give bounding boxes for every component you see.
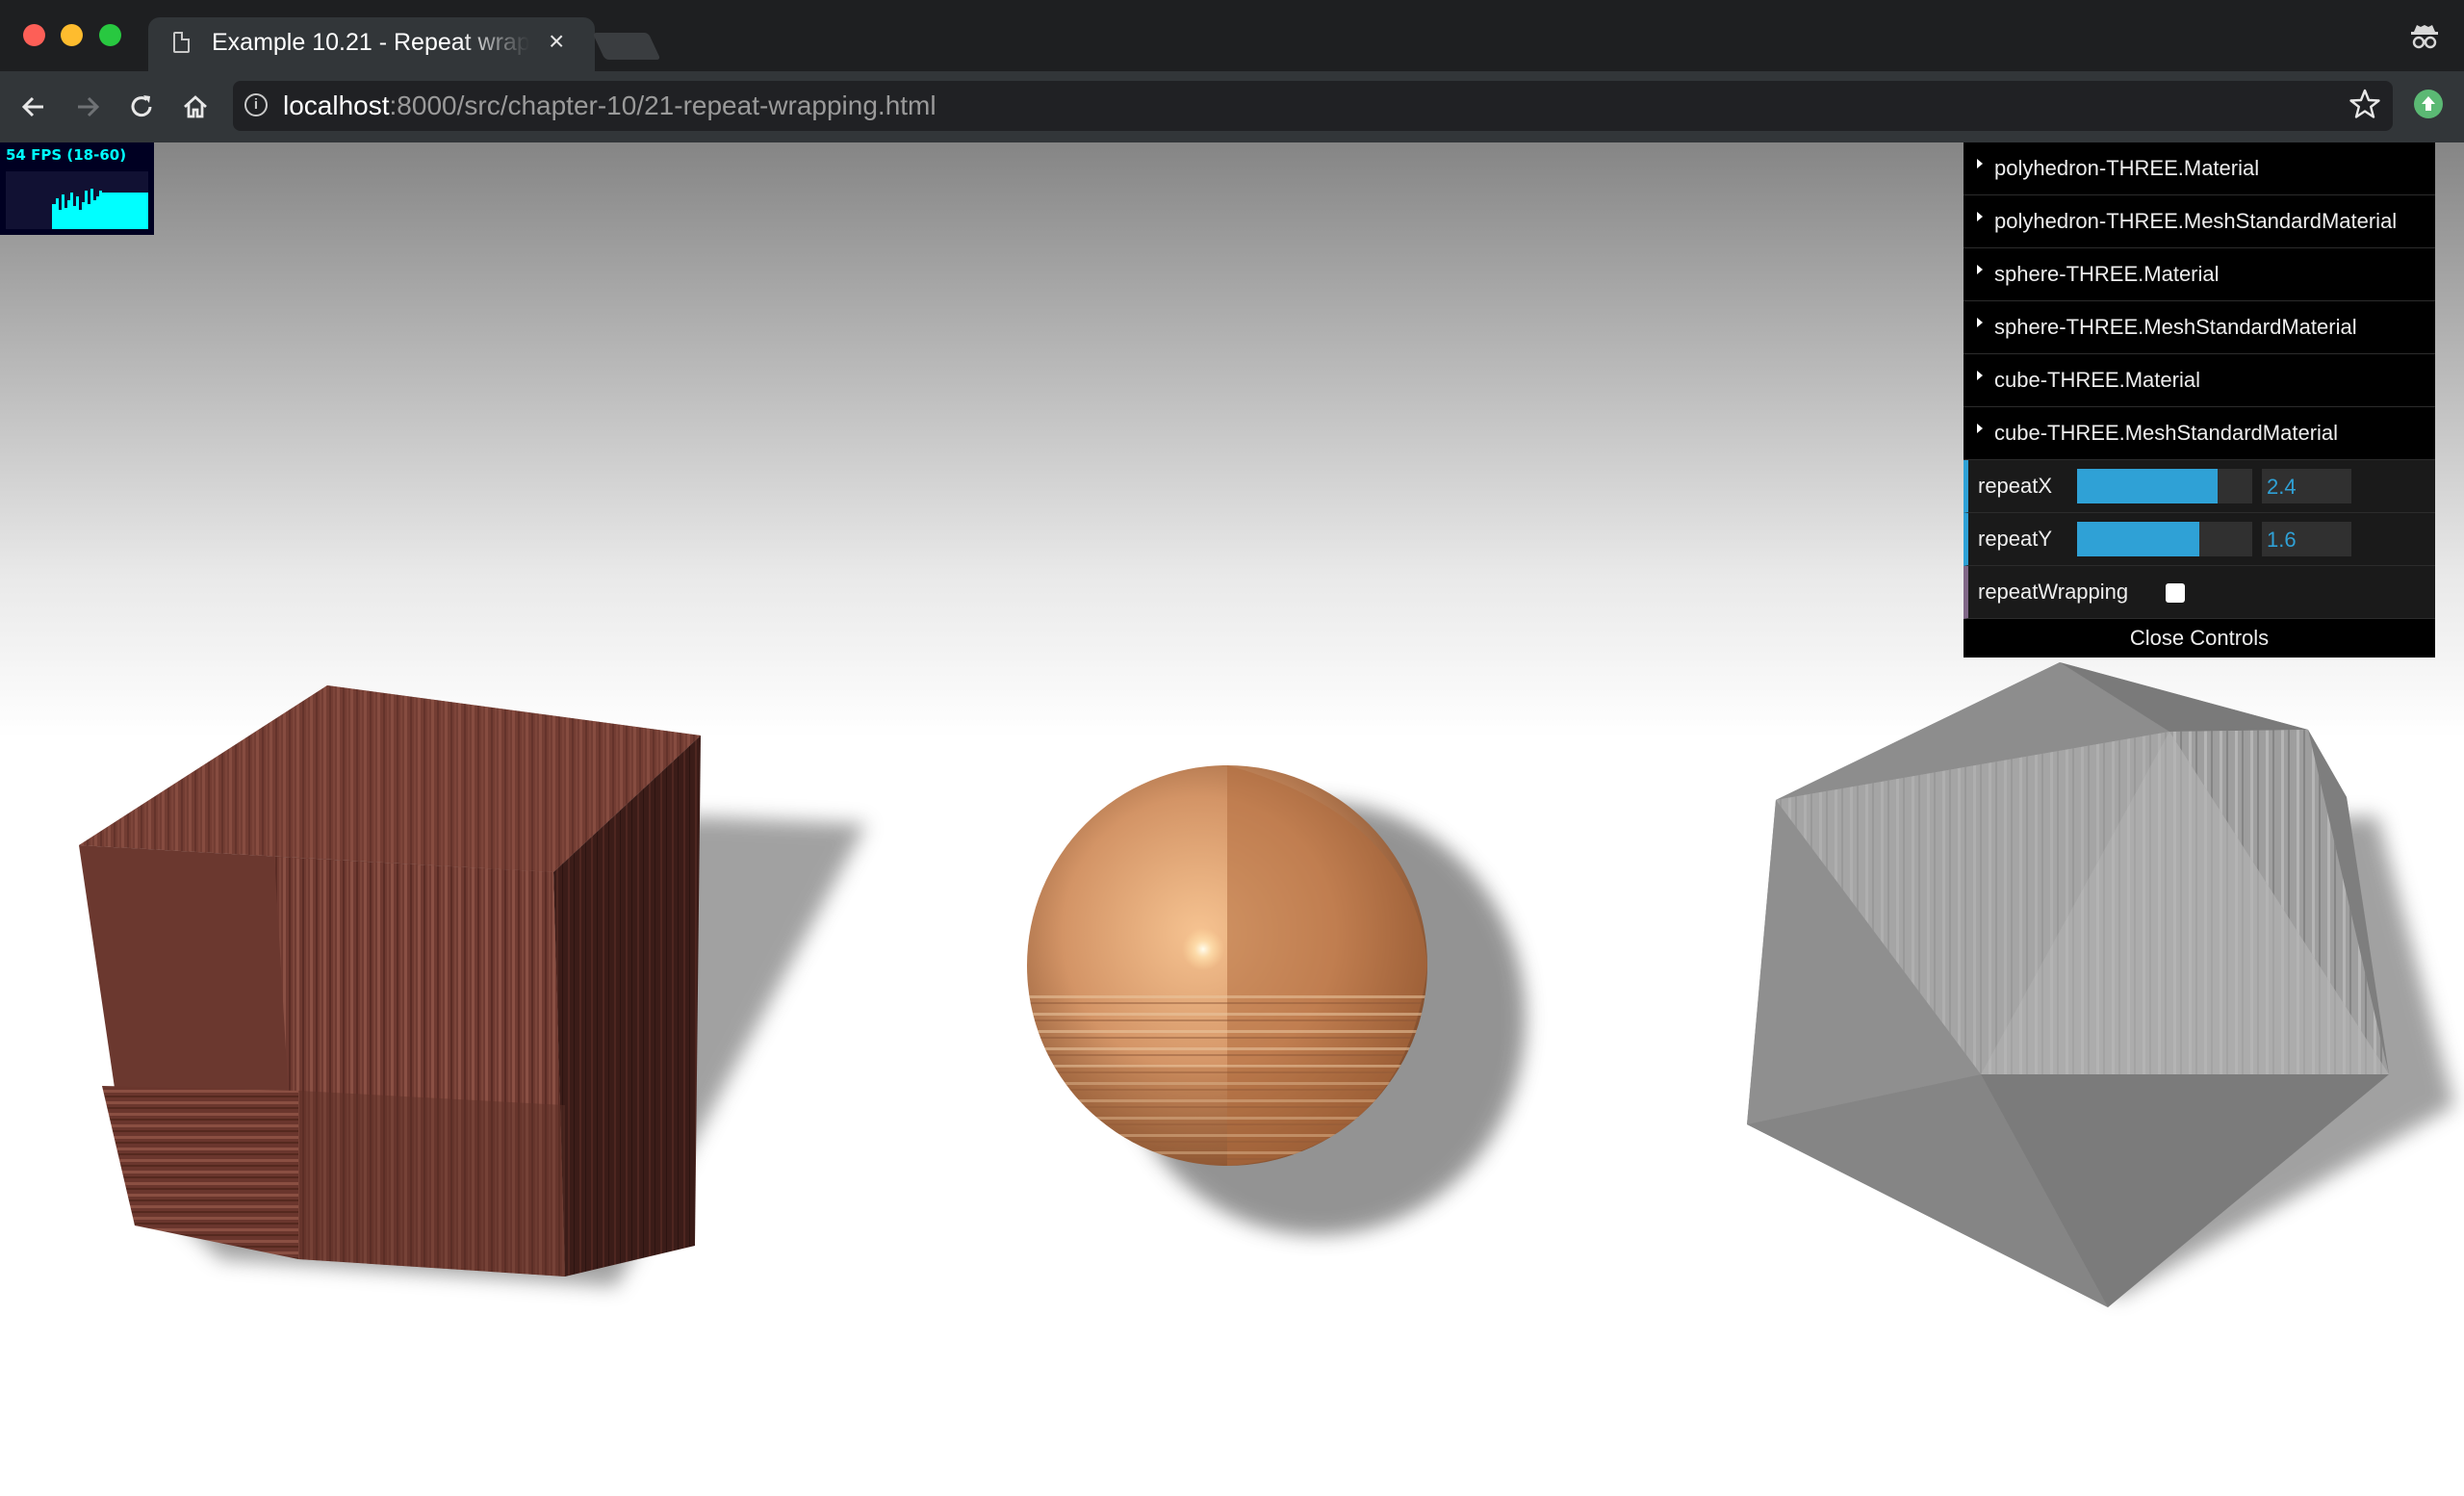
folder-sphere-material[interactable]: sphere-THREE.Material bbox=[1964, 248, 2435, 301]
stats-panel[interactable]: 54 FPS (18-60) bbox=[0, 142, 154, 235]
forward-arrow-icon[interactable] bbox=[69, 89, 106, 125]
repeat-wrapping-checkbox[interactable] bbox=[2166, 583, 2185, 603]
tab-title: Example 10.21 - Repeat wrapping bbox=[212, 29, 529, 56]
close-controls-button[interactable]: Close Controls bbox=[1964, 619, 2435, 658]
repeat-x-input[interactable]: 2.4 bbox=[2262, 469, 2351, 503]
folder-label: cube-THREE.Material bbox=[1994, 368, 2200, 392]
caret-right-icon bbox=[1977, 371, 1983, 380]
folder-cube-standard-material[interactable]: cube-THREE.MeshStandardMaterial bbox=[1964, 407, 2435, 460]
update-icon[interactable] bbox=[2414, 90, 2443, 118]
fps-graph bbox=[6, 171, 148, 229]
caret-right-icon bbox=[1977, 265, 1983, 274]
fps-readout: 54 FPS (18-60) bbox=[6, 146, 127, 164]
polyhedron-mesh bbox=[1747, 662, 2389, 1307]
update-arrow-icon bbox=[2422, 96, 2435, 111]
browser-toolbar: i localhost:8000/src/chapter-10/21-repea… bbox=[0, 71, 2464, 142]
repeat-y-label: repeatY bbox=[1978, 527, 2053, 551]
folder-polyhedron-material[interactable]: polyhedron-THREE.Material bbox=[1964, 142, 2435, 195]
caret-right-icon bbox=[1977, 212, 1983, 221]
star-icon[interactable] bbox=[2348, 88, 2381, 120]
folder-label: sphere-THREE.MeshStandardMaterial bbox=[1994, 315, 2357, 339]
folder-sphere-standard-material[interactable]: sphere-THREE.MeshStandardMaterial bbox=[1964, 301, 2435, 354]
window-minimize-button[interactable] bbox=[61, 24, 83, 46]
repeat-x-label: repeatX bbox=[1978, 474, 2053, 498]
url-host: localhost bbox=[283, 90, 390, 120]
window-close-button[interactable] bbox=[23, 24, 45, 46]
page-icon bbox=[173, 32, 190, 53]
repeat-x-slider[interactable] bbox=[2077, 469, 2252, 503]
caret-right-icon bbox=[1977, 318, 1983, 327]
address-bar[interactable]: i localhost:8000/src/chapter-10/21-repea… bbox=[233, 81, 2393, 131]
url-text[interactable]: localhost:8000/src/chapter-10/21-repeat-… bbox=[283, 90, 937, 121]
folder-label: cube-THREE.MeshStandardMaterial bbox=[1994, 421, 2339, 445]
repeat-y-slider[interactable] bbox=[2077, 522, 2252, 556]
repeat-y-input[interactable]: 1.6 bbox=[2262, 522, 2351, 556]
folder-cube-material[interactable]: cube-THREE.Material bbox=[1964, 354, 2435, 407]
browser-tab-active[interactable]: Example 10.21 - Repeat wrapping × bbox=[148, 17, 595, 71]
control-repeat-wrapping: repeatWrapping bbox=[1964, 566, 2435, 619]
home-icon[interactable] bbox=[177, 89, 214, 125]
folder-label: sphere-THREE.Material bbox=[1994, 262, 2220, 286]
reload-icon[interactable] bbox=[123, 89, 160, 125]
repeat-y-slider-fill bbox=[2077, 522, 2200, 556]
control-repeat-y: repeatY 1.6 bbox=[1964, 513, 2435, 566]
info-icon[interactable]: i bbox=[244, 93, 268, 116]
tab-close-icon[interactable]: × bbox=[549, 26, 564, 57]
folder-label: polyhedron-THREE.MeshStandardMaterial bbox=[1994, 209, 2398, 233]
window-titlebar: Example 10.21 - Repeat wrapping × bbox=[0, 0, 2464, 71]
repeat-x-slider-fill bbox=[2077, 469, 2218, 503]
control-repeat-x: repeatX 2.4 bbox=[1964, 460, 2435, 513]
cube-mesh bbox=[79, 685, 701, 1277]
back-arrow-icon[interactable] bbox=[15, 89, 52, 125]
dat-gui-panel: polyhedron-THREE.Material polyhedron-THR… bbox=[1964, 142, 2435, 658]
caret-right-icon bbox=[1977, 159, 1983, 168]
incognito-icon bbox=[2411, 25, 2438, 49]
repeat-wrapping-label: repeatWrapping bbox=[1978, 580, 2129, 604]
folder-label: polyhedron-THREE.Material bbox=[1994, 156, 2260, 180]
caret-right-icon bbox=[1977, 424, 1983, 433]
folder-polyhedron-standard-material[interactable]: polyhedron-THREE.MeshStandardMaterial bbox=[1964, 195, 2435, 248]
new-tab-button[interactable] bbox=[592, 33, 661, 60]
url-path: :8000/src/chapter-10/21-repeat-wrapping.… bbox=[389, 90, 937, 120]
window-maximize-button[interactable] bbox=[99, 24, 121, 46]
